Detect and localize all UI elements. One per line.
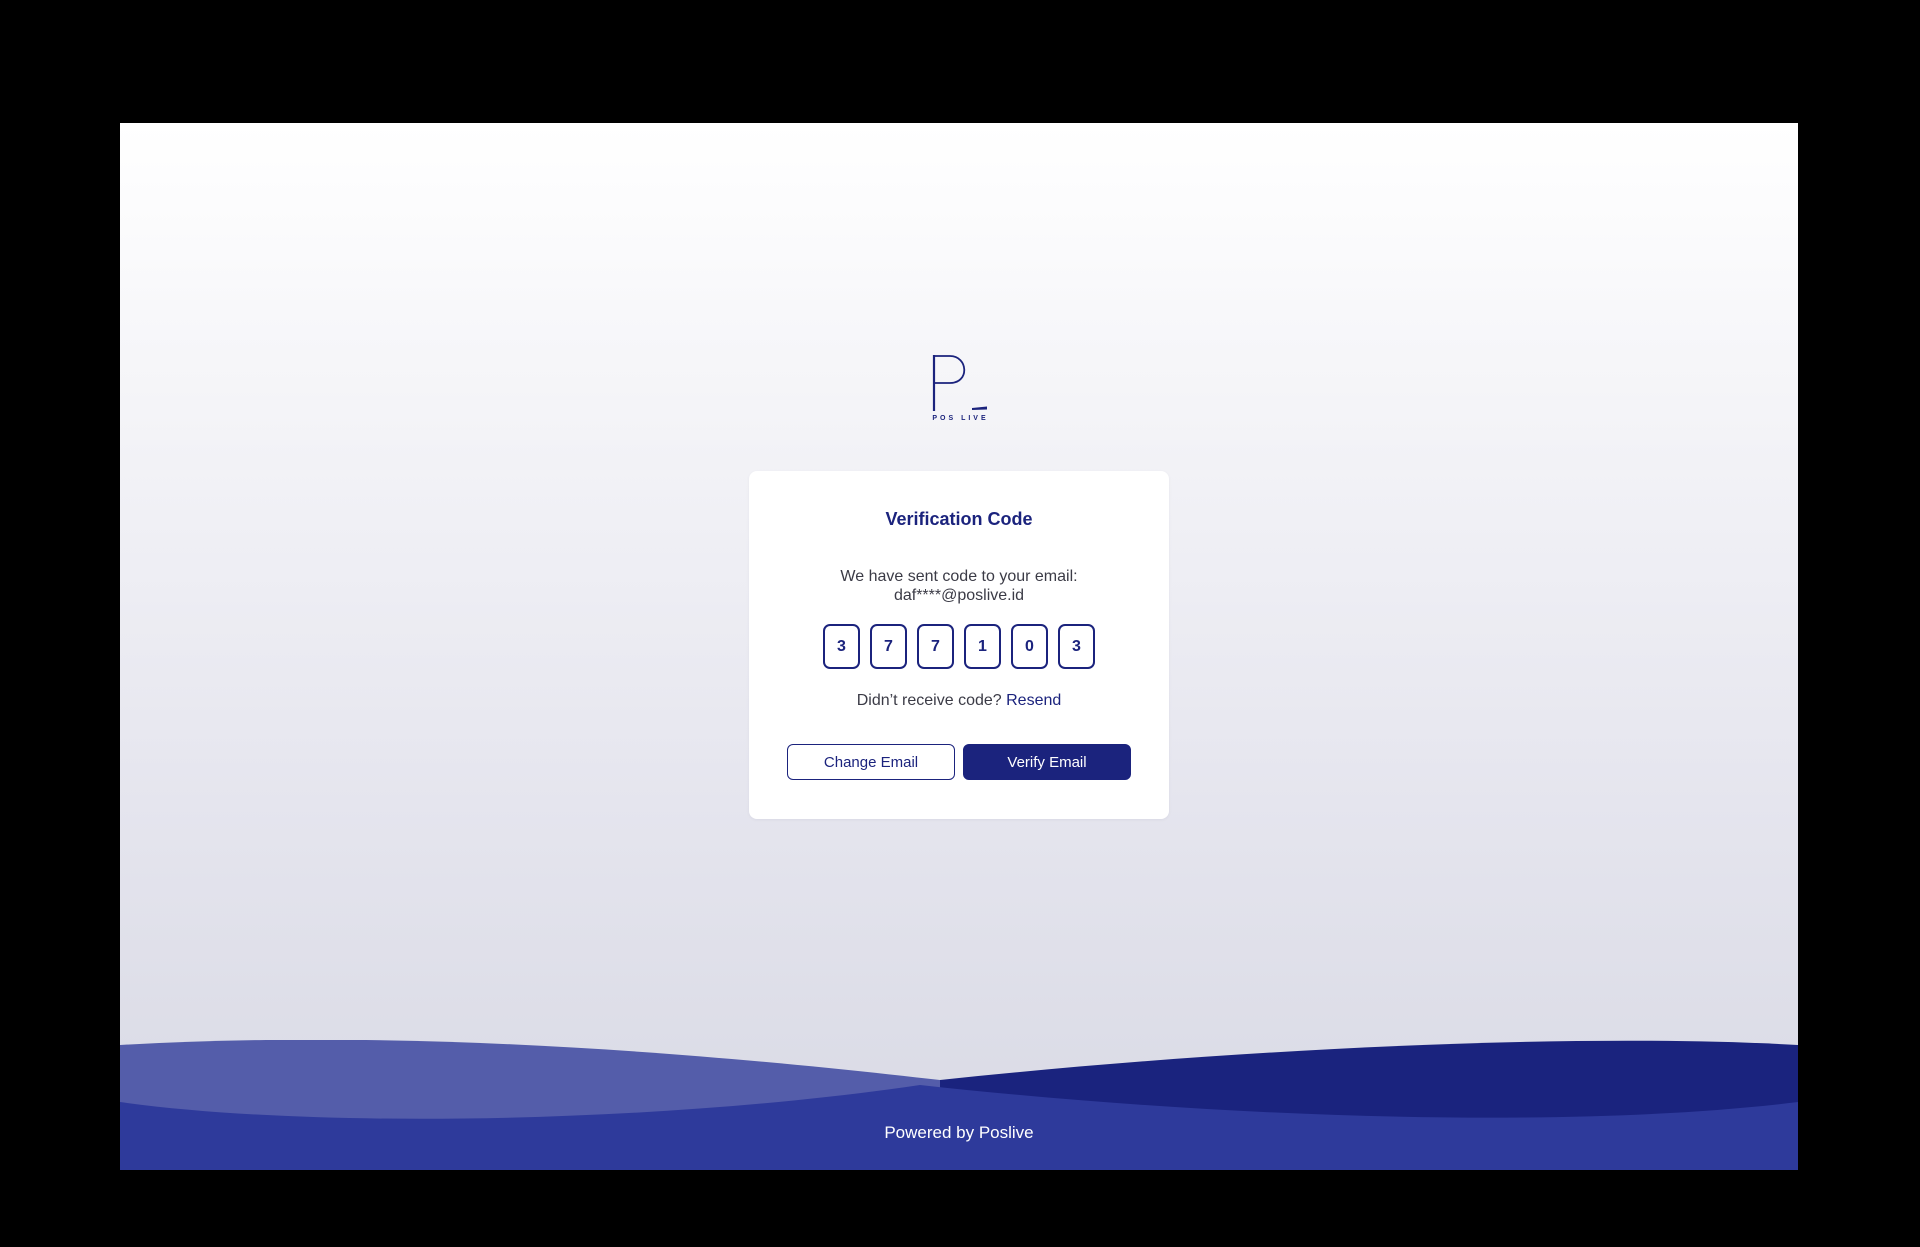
card-title: Verification Code [885,509,1033,529]
code-digit-6[interactable]: 3 [1058,624,1095,669]
powered-by-text: Powered by Poslive [884,1123,1034,1142]
code-digit-1[interactable]: 3 [823,624,860,669]
code-digit-2[interactable]: 7 [870,624,907,669]
card-description: We have sent code to your email: daf****… [749,567,1169,605]
masked-email: daf****@poslive.id [893,587,1025,604]
footer-waves [120,1040,1798,1170]
code-digit-3[interactable]: 7 [917,624,954,669]
logo-wordmark: POS LIVE [932,415,989,422]
logo-p-icon [932,355,987,411]
code-input-group: 3 7 7 1 0 3 [823,624,1095,669]
change-email-button[interactable]: Change Email [787,744,955,780]
code-digit-5[interactable]: 0 [1011,624,1048,669]
poslive-logo: POS LIVE [928,353,990,429]
code-digit-4[interactable]: 1 [964,624,1001,669]
verification-screen: POS LIVE Verification Code We have sent … [120,123,1798,1170]
verify-email-button[interactable]: Verify Email [963,744,1131,780]
resend-row: Didn’t receive code? Resend [749,692,1169,710]
description-text: We have sent code to your email: [840,568,1078,585]
verification-card: Verification Code We have sent code to y… [749,471,1169,819]
resend-prompt: Didn’t receive code? [856,692,1002,709]
resend-link[interactable]: Resend [1006,692,1061,709]
